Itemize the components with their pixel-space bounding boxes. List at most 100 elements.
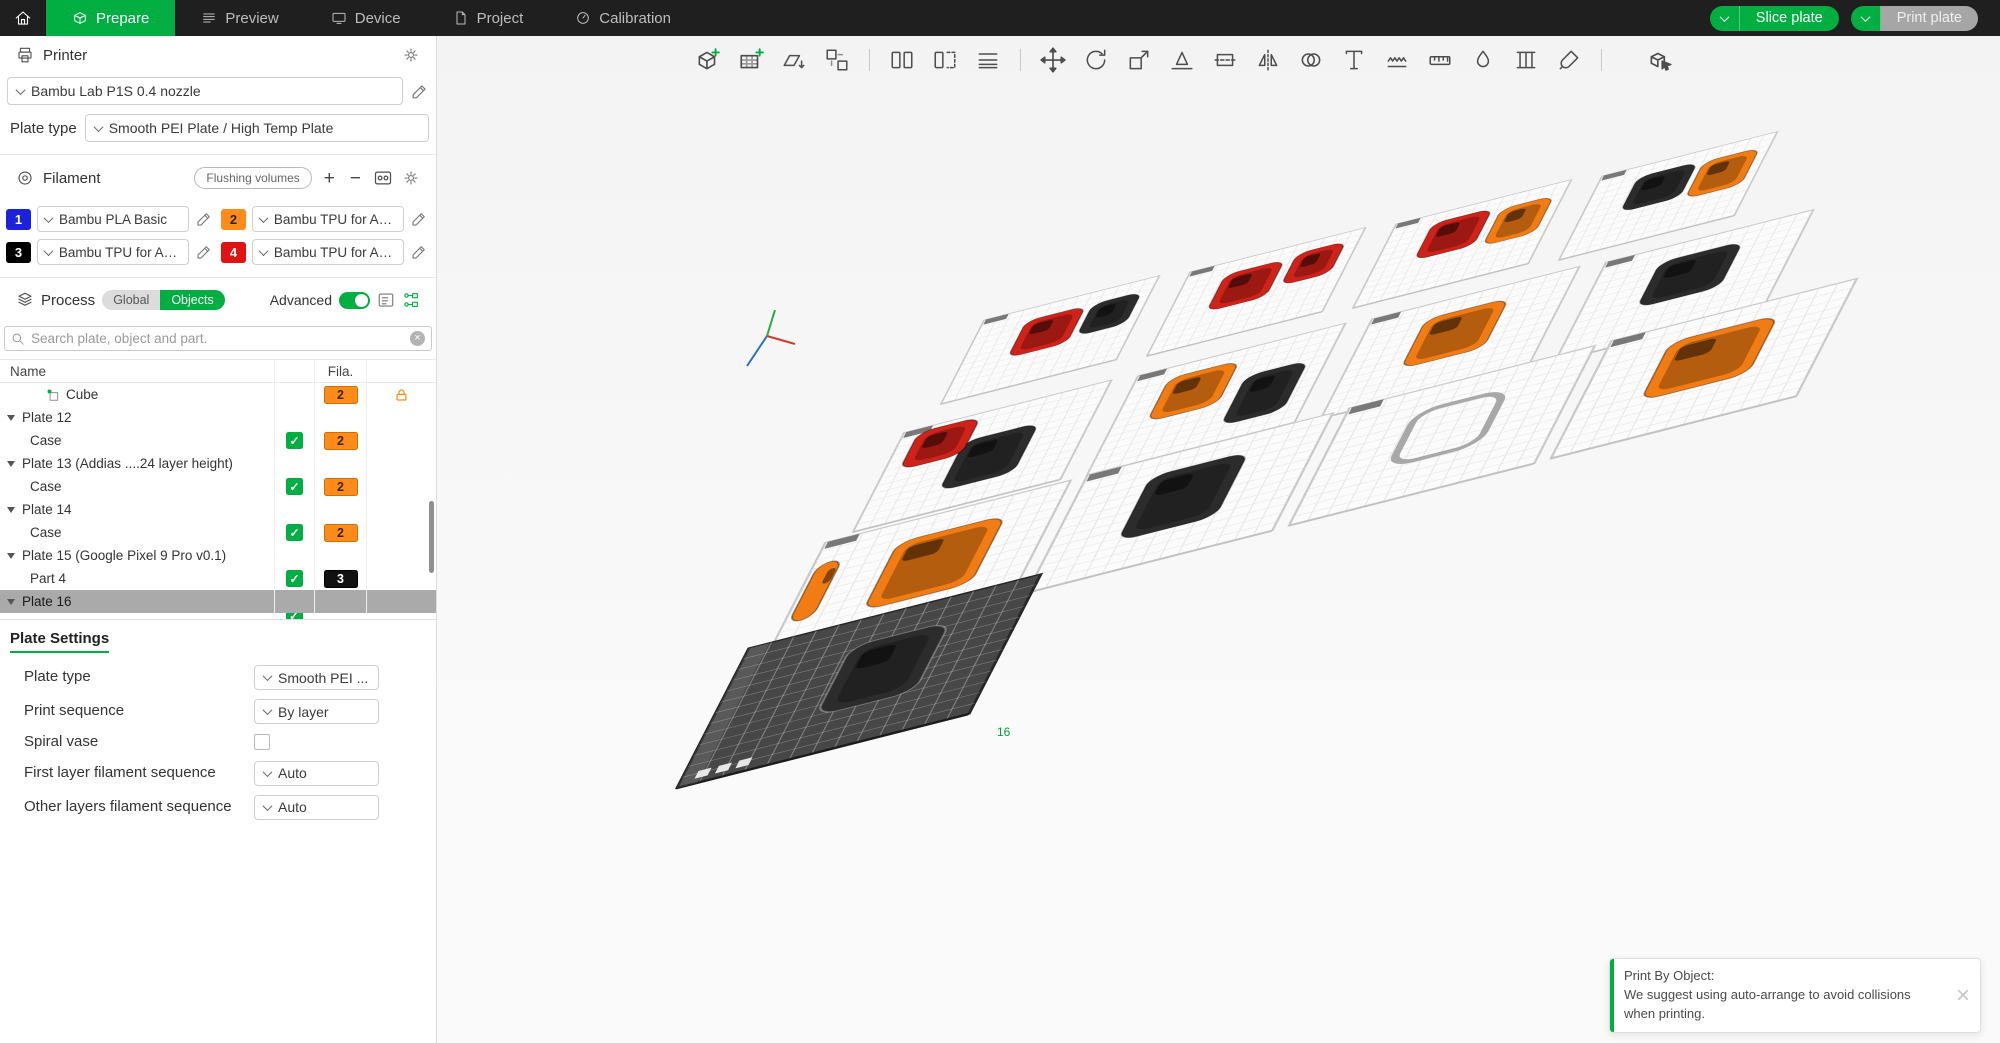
- process-icon: [16, 291, 34, 309]
- flushing-volumes-button[interactable]: Flushing volumes: [194, 167, 311, 189]
- list-row-plate-12[interactable]: Plate 12: [0, 406, 436, 429]
- filament-settings-gear-icon[interactable]: [402, 169, 420, 187]
- chevron-down-icon[interactable]: [7, 415, 15, 421]
- add-plate-icon[interactable]: [735, 44, 767, 76]
- auto-orient-icon[interactable]: [778, 44, 810, 76]
- scope-global-button[interactable]: Global: [102, 290, 160, 310]
- rotate-icon[interactable]: [1080, 44, 1112, 76]
- mesh-boolean-icon[interactable]: [1295, 44, 1327, 76]
- flatten-icon[interactable]: [1166, 44, 1198, 76]
- tab-prepare[interactable]: Prepare: [46, 0, 175, 36]
- filament-4-badge[interactable]: 4: [221, 242, 246, 263]
- svg-text:16: 16: [997, 725, 1011, 739]
- print-options-chevron-icon[interactable]: [1851, 6, 1881, 31]
- add-icon[interactable]: [692, 44, 724, 76]
- print-plate-button[interactable]: Print plate: [1851, 6, 1978, 31]
- text-icon[interactable]: [1338, 44, 1370, 76]
- home-button[interactable]: [0, 0, 46, 36]
- printer-select[interactable]: Bambu Lab P1S 0.4 nozzle: [7, 77, 403, 105]
- split-to-parts-icon[interactable]: [929, 44, 961, 76]
- list-row-plate-16-selected[interactable]: Plate 16: [0, 590, 436, 613]
- cut-icon[interactable]: [1209, 44, 1241, 76]
- search-clear-icon[interactable]: ×: [410, 331, 425, 346]
- chevron-down-icon[interactable]: [7, 507, 15, 513]
- ps-plate-type-select[interactable]: Smooth PEI ...: [254, 665, 379, 690]
- process-list-icon[interactable]: [377, 291, 395, 309]
- slice-options-chevron-icon[interactable]: [1710, 6, 1740, 31]
- list-row-plate-13[interactable]: Plate 13 (Addias ....24 layer height): [0, 452, 436, 475]
- visibility-checkbox[interactable]: ✓: [286, 570, 303, 587]
- seam-icon[interactable]: [1467, 44, 1499, 76]
- tab-preview[interactable]: Preview: [175, 0, 304, 36]
- arrange-icon[interactable]: [821, 44, 853, 76]
- ams-icon[interactable]: [373, 168, 393, 188]
- filament-badge[interactable]: 3: [324, 570, 358, 588]
- list-row-cube[interactable]: Cube 2: [0, 383, 436, 406]
- tab-project[interactable]: Project: [427, 0, 550, 36]
- move-icon[interactable]: [1037, 44, 1069, 76]
- tab-calibration[interactable]: Calibration: [549, 0, 697, 36]
- print-plate-label: Print plate: [1881, 6, 1978, 31]
- filament-3-edit-icon[interactable]: [195, 243, 215, 261]
- plate-settings-panel: Plate Settings Plate type Smooth PEI ...…: [0, 619, 436, 820]
- printer-edit-icon[interactable]: [410, 82, 429, 101]
- filament-1-select[interactable]: Bambu PLA Basic: [37, 206, 189, 232]
- list-row-plate-15[interactable]: Plate 15 (Google Pixel 9 Pro v0.1): [0, 544, 436, 567]
- advanced-toggle[interactable]: [339, 292, 370, 309]
- visibility-checkbox[interactable]: ✓: [286, 478, 303, 495]
- list-row-case[interactable]: Case ✓ 2: [0, 475, 436, 498]
- variable-layer-height-icon[interactable]: [972, 44, 1004, 76]
- spiral-vase-checkbox[interactable]: [254, 734, 270, 750]
- filament-4-select[interactable]: Bambu TPU for AMS: [252, 239, 404, 265]
- ps-first-layer-select[interactable]: Auto: [254, 761, 379, 786]
- chevron-down-icon[interactable]: [7, 461, 15, 467]
- lock-icon[interactable]: [394, 387, 409, 403]
- remove-filament-button[interactable]: −: [347, 169, 364, 188]
- list-row-plate-14[interactable]: Plate 14: [0, 498, 436, 521]
- mirror-icon[interactable]: [1252, 44, 1284, 76]
- chevron-down-icon[interactable]: [7, 599, 15, 605]
- filament-3-badge[interactable]: 3: [6, 242, 31, 263]
- filament-1-edit-icon[interactable]: [195, 210, 215, 228]
- list-scrollbar[interactable]: [429, 501, 434, 573]
- print-by-object-toast: Print By Object: We suggest using auto-a…: [1609, 958, 1981, 1033]
- assembly-view-icon[interactable]: [1644, 44, 1676, 76]
- filament-badge[interactable]: 2: [324, 524, 358, 542]
- scale-icon[interactable]: [1123, 44, 1155, 76]
- list-row-part-4[interactable]: Part 4 ✓ 3: [0, 567, 436, 590]
- slice-plate-button[interactable]: Slice plate: [1710, 6, 1839, 31]
- filament-badge[interactable]: 2: [324, 386, 358, 404]
- filament-badge[interactable]: 2: [324, 432, 358, 450]
- filament-2-edit-icon[interactable]: [410, 210, 430, 228]
- list-row-case[interactable]: Case ✓ 2: [0, 429, 436, 452]
- measure-icon[interactable]: [1424, 44, 1456, 76]
- support-icon[interactable]: [1510, 44, 1542, 76]
- filament-1-badge[interactable]: 1: [6, 209, 31, 230]
- ps-other-layers-label: Other layers filament sequence: [24, 798, 254, 817]
- visibility-checkbox[interactable]: ✓: [286, 524, 303, 541]
- toast-close-icon[interactable]: ×: [1946, 982, 1980, 1010]
- color-paint-icon[interactable]: [1553, 44, 1585, 76]
- tab-device[interactable]: Device: [305, 0, 427, 36]
- fuzzy-skin-icon[interactable]: [1381, 44, 1413, 76]
- filament-2-badge[interactable]: 2: [221, 209, 246, 230]
- object-list: Name Fila. Cube 2 Plate 12 Case ✓ 2 Plat…: [0, 359, 436, 619]
- filament-3-select[interactable]: Bambu TPU for AMS: [37, 239, 189, 265]
- split-to-objects-icon[interactable]: [886, 44, 918, 76]
- add-filament-button[interactable]: +: [321, 169, 338, 188]
- object-tree-icon[interactable]: [402, 291, 420, 309]
- search-box: ×: [4, 326, 432, 351]
- filament-2-select[interactable]: Bambu TPU for AMS: [252, 206, 404, 232]
- search-input[interactable]: [31, 331, 404, 346]
- list-row-case[interactable]: Case ✓ 2: [0, 521, 436, 544]
- chevron-down-icon[interactable]: [7, 553, 15, 559]
- ps-print-sequence-select[interactable]: By layer: [254, 699, 379, 724]
- viewport-3d-canvas[interactable]: 16: [437, 36, 2000, 1043]
- visibility-checkbox[interactable]: ✓: [286, 432, 303, 449]
- scope-objects-button[interactable]: Objects: [160, 290, 224, 310]
- printer-settings-gear-icon[interactable]: [402, 46, 420, 64]
- filament-4-edit-icon[interactable]: [410, 243, 430, 261]
- plate-type-select[interactable]: Smooth PEI Plate / High Temp Plate: [85, 114, 429, 142]
- ps-other-layers-select[interactable]: Auto: [254, 795, 379, 820]
- filament-badge[interactable]: 2: [324, 478, 358, 496]
